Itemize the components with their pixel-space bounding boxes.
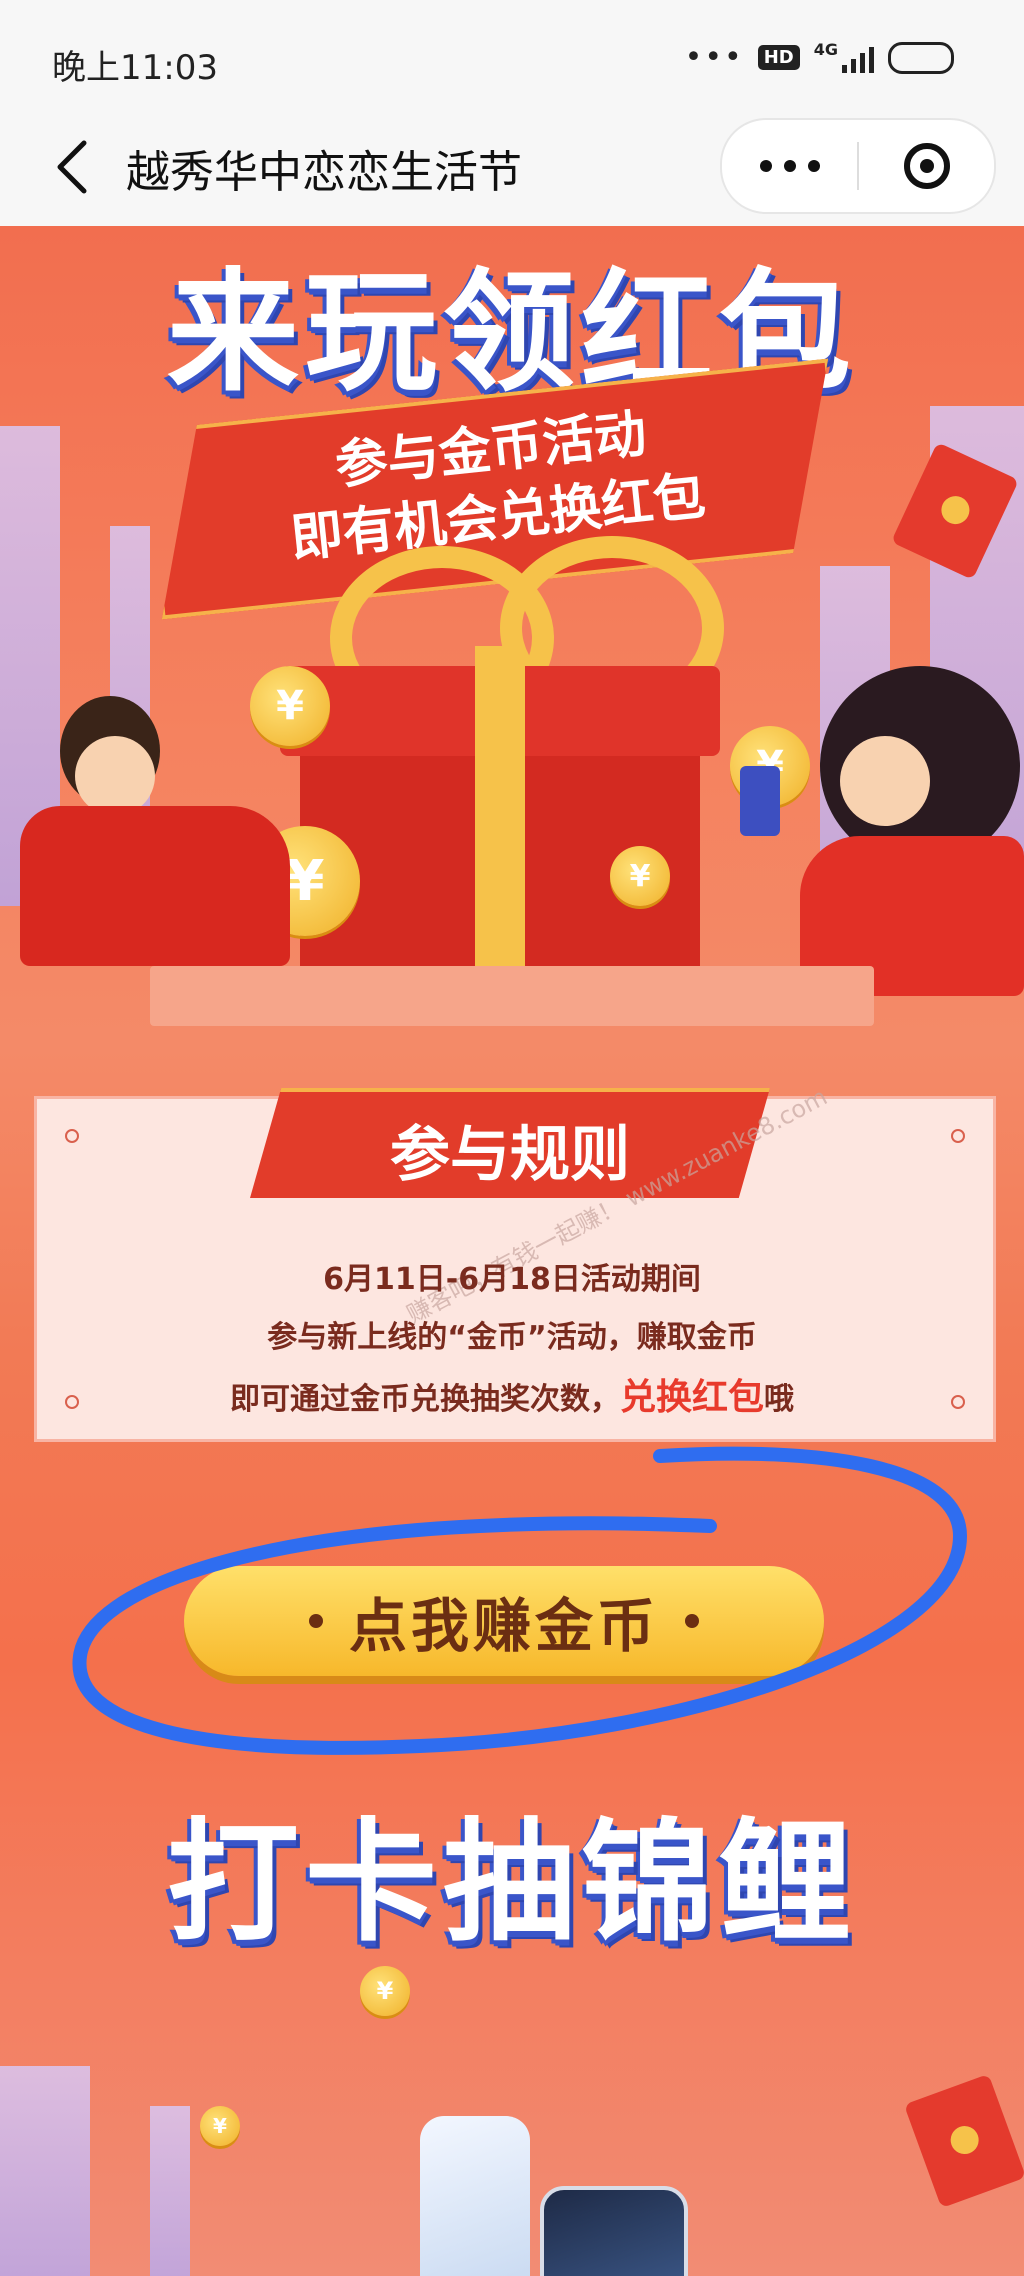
status-bar: 晚上11:03 ••• HD 4G xyxy=(0,0,1024,120)
woman-illustration xyxy=(740,666,1024,996)
stage-platform xyxy=(150,966,874,1026)
network-type: 4G xyxy=(813,40,838,59)
rules-highlight: 兑换红包 xyxy=(619,1377,764,1418)
rules-line-3-prefix: 即可通过金币兑换抽奖次数， xyxy=(229,1382,620,1417)
man-illustration xyxy=(20,696,290,966)
rules-line-2: 参与新上线的“金币”活动，赚取金币 xyxy=(267,1320,757,1355)
city-tower xyxy=(150,2106,190,2276)
rules-line-3: 即可通过金币兑换抽奖次数，兑换红包哦 xyxy=(34,1368,990,1420)
close-button[interactable] xyxy=(859,120,994,212)
earn-coins-button[interactable]: 点我赚金币 xyxy=(184,1566,824,1676)
rules-line-3-suffix: 哦 xyxy=(764,1382,794,1417)
rules-line-1: 6月11日-6月18日活动期间 xyxy=(323,1262,701,1297)
more-button[interactable] xyxy=(722,120,857,212)
battery-icon xyxy=(888,41,954,74)
phone-illustration xyxy=(420,2116,530,2276)
bullet-dot xyxy=(308,1614,323,1628)
red-envelope-icon xyxy=(903,2073,1024,2209)
page-content: 来玩领红包 参与金币活动即有机会兑换红包 ¥ ¥ ¥ ¥ 参与规则 xyxy=(0,226,1024,2276)
close-target-icon xyxy=(903,143,950,189)
status-time: 晚上11:03 xyxy=(52,48,218,88)
mini-program-capsule xyxy=(720,118,996,214)
more-dots-icon xyxy=(759,160,772,172)
koi-title: 打卡抽锦鲤 xyxy=(167,1806,857,1960)
earn-coins-label: 点我赚金币 xyxy=(348,1592,659,1660)
page-title: 越秀华中恋恋生活节 xyxy=(126,147,522,198)
status-icons: ••• HD 4G xyxy=(685,40,954,75)
more-notifications-icon: ••• xyxy=(684,40,744,75)
phone-illustration xyxy=(540,2186,688,2276)
hd-badge: HD xyxy=(757,45,800,70)
signal-icon xyxy=(842,43,874,73)
coin-icon: ¥ xyxy=(200,2106,240,2146)
coin-icon: ¥ xyxy=(610,846,670,906)
coin-icon: ¥ xyxy=(360,1966,410,2016)
back-chevron-icon xyxy=(57,140,87,194)
city-building xyxy=(0,2066,90,2276)
back-button[interactable] xyxy=(44,132,100,202)
nav-bar: 越秀华中恋恋生活节 xyxy=(0,110,1024,225)
bullet-dot xyxy=(685,1614,699,1628)
hero-title: 来玩领红包 xyxy=(167,256,857,410)
